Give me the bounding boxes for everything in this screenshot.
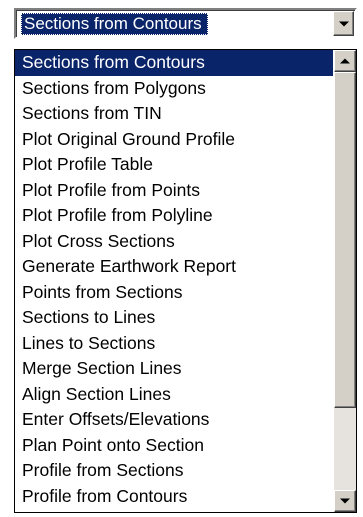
- vertical-scrollbar[interactable]: [334, 50, 356, 512]
- combo-selected-value: Sections from Contours: [21, 13, 208, 35]
- scroll-up-arrow-icon: [340, 58, 350, 64]
- list-item[interactable]: Sections from TIN: [15, 101, 333, 127]
- list-item[interactable]: Profile from Contours: [15, 484, 333, 510]
- dropdown-items: Sections from Contours Sections from Poly…: [15, 50, 333, 509]
- chevron-down-icon: [338, 21, 349, 26]
- scrollbar-thumb[interactable]: [334, 72, 356, 408]
- list-item[interactable]: Lines to Sections: [15, 331, 333, 357]
- list-item[interactable]: Sections from Contours: [15, 50, 333, 76]
- list-item[interactable]: Plot Profile Table: [15, 152, 333, 178]
- list-item[interactable]: Sections from Polygons: [15, 76, 333, 102]
- dropdown-list[interactable]: Sections from Contours Sections from Poly…: [14, 49, 357, 513]
- command-combo-box[interactable]: Sections from Contours: [14, 8, 357, 39]
- list-item[interactable]: Points from Sections: [15, 280, 333, 306]
- list-item[interactable]: Merge Section Lines: [15, 356, 333, 382]
- list-item[interactable]: Sections to Lines: [15, 305, 333, 331]
- scroll-up-button[interactable]: [334, 50, 356, 72]
- list-item[interactable]: Plot Profile from Points: [15, 178, 333, 204]
- list-item[interactable]: Align Section Lines: [15, 382, 333, 408]
- list-item[interactable]: Enter Offsets/Elevations: [15, 407, 333, 433]
- combo-dropdown-button[interactable]: [333, 11, 354, 36]
- scroll-down-button[interactable]: [334, 490, 356, 512]
- list-item[interactable]: Profile from Sections: [15, 458, 333, 484]
- list-item[interactable]: Plot Original Ground Profile: [15, 127, 333, 153]
- list-item[interactable]: Plan Point onto Section: [15, 433, 333, 459]
- list-item[interactable]: Plot Cross Sections: [15, 229, 333, 255]
- scroll-down-arrow-icon: [340, 498, 350, 504]
- list-item[interactable]: Generate Earthwork Report: [15, 254, 333, 280]
- list-item[interactable]: Plot Profile from Polyline: [15, 203, 333, 229]
